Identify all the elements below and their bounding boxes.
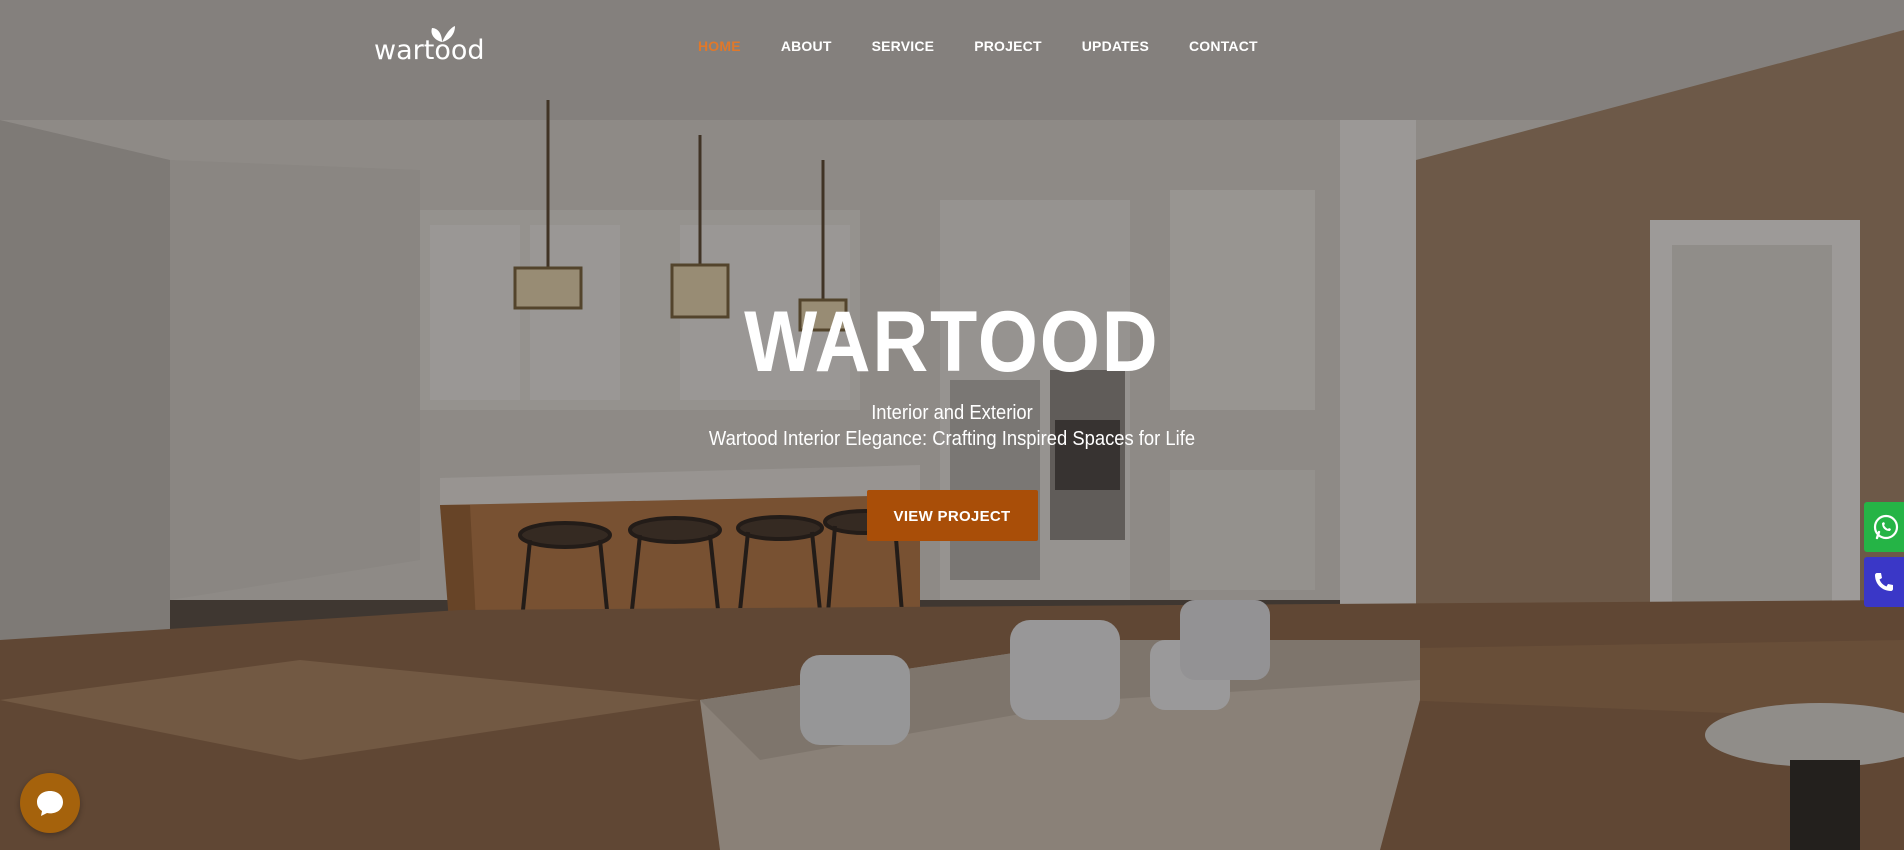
hero-subtitle: Interior and Exterior bbox=[871, 402, 1033, 424]
whatsapp-icon bbox=[1873, 514, 1899, 540]
hero-section: wartood HOME ABOUT SERVICE PROJECT UPDAT… bbox=[0, 0, 1904, 850]
nav-item-home[interactable]: HOME bbox=[698, 38, 741, 54]
main-nav: HOME ABOUT SERVICE PROJECT UPDATES CONTA… bbox=[698, 38, 1298, 54]
site-header: wartood HOME ABOUT SERVICE PROJECT UPDAT… bbox=[0, 0, 1904, 96]
hero-content: WARTOOD Interior and Exterior Wartood In… bbox=[0, 292, 1904, 541]
chat-widget-button[interactable] bbox=[20, 773, 80, 833]
hero-title: WARTOOD bbox=[744, 294, 1160, 390]
nav-item-project[interactable]: PROJECT bbox=[974, 38, 1042, 54]
nav-item-updates[interactable]: UPDATES bbox=[1082, 38, 1149, 54]
nav-item-contact[interactable]: CONTACT bbox=[1189, 38, 1258, 54]
nav-item-about[interactable]: ABOUT bbox=[781, 38, 832, 54]
chat-icon bbox=[37, 791, 63, 816]
whatsapp-button[interactable] bbox=[1864, 502, 1904, 552]
nav-item-service[interactable]: SERVICE bbox=[872, 38, 935, 54]
phone-button[interactable] bbox=[1864, 557, 1904, 607]
logo-text: wartood bbox=[374, 35, 485, 66]
phone-icon bbox=[1875, 573, 1893, 591]
view-project-button[interactable]: VIEW PROJECT bbox=[866, 490, 1038, 541]
hero-tagline: Wartood Interior Elegance: Crafting Insp… bbox=[708, 428, 1196, 450]
site-logo[interactable]: wartood bbox=[374, 24, 490, 68]
